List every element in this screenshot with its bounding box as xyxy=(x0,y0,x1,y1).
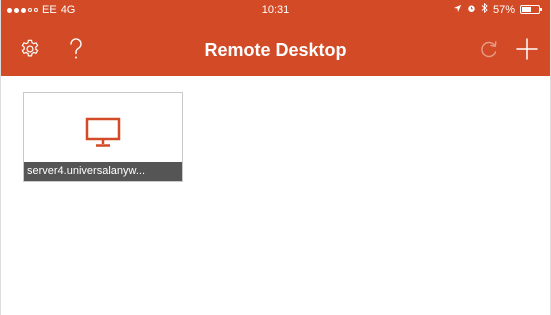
location-arrow-icon xyxy=(453,4,462,16)
desktop-tile[interactable]: server4.universalanyw... xyxy=(23,92,183,182)
battery-percent: 57% xyxy=(492,3,515,16)
page-title: Remote Desktop xyxy=(204,40,347,60)
status-bar: EE 4G 10:31 57% xyxy=(1,0,550,22)
desktop-tile-label: server4.universalanyw... xyxy=(24,162,182,181)
add-button[interactable] xyxy=(512,36,542,66)
desktop-list: server4.universalanyw... xyxy=(1,76,550,315)
refresh-button[interactable] xyxy=(474,36,504,66)
add-icon xyxy=(516,37,538,65)
refresh-icon xyxy=(479,38,499,65)
app-screen: EE 4G 10:31 57% Remote Desktop server4.u… xyxy=(0,0,551,315)
alarm-icon xyxy=(467,4,476,16)
top-bar: EE 4G 10:31 57% Remote Desktop xyxy=(1,0,550,76)
status-right: 57% xyxy=(453,2,542,16)
bluetooth-icon xyxy=(481,2,488,16)
battery-fill xyxy=(522,7,532,12)
battery-icon xyxy=(520,5,542,14)
navigation-bar: Remote Desktop xyxy=(1,26,550,72)
battery-nub xyxy=(540,8,542,11)
monitor-icon xyxy=(85,117,121,154)
